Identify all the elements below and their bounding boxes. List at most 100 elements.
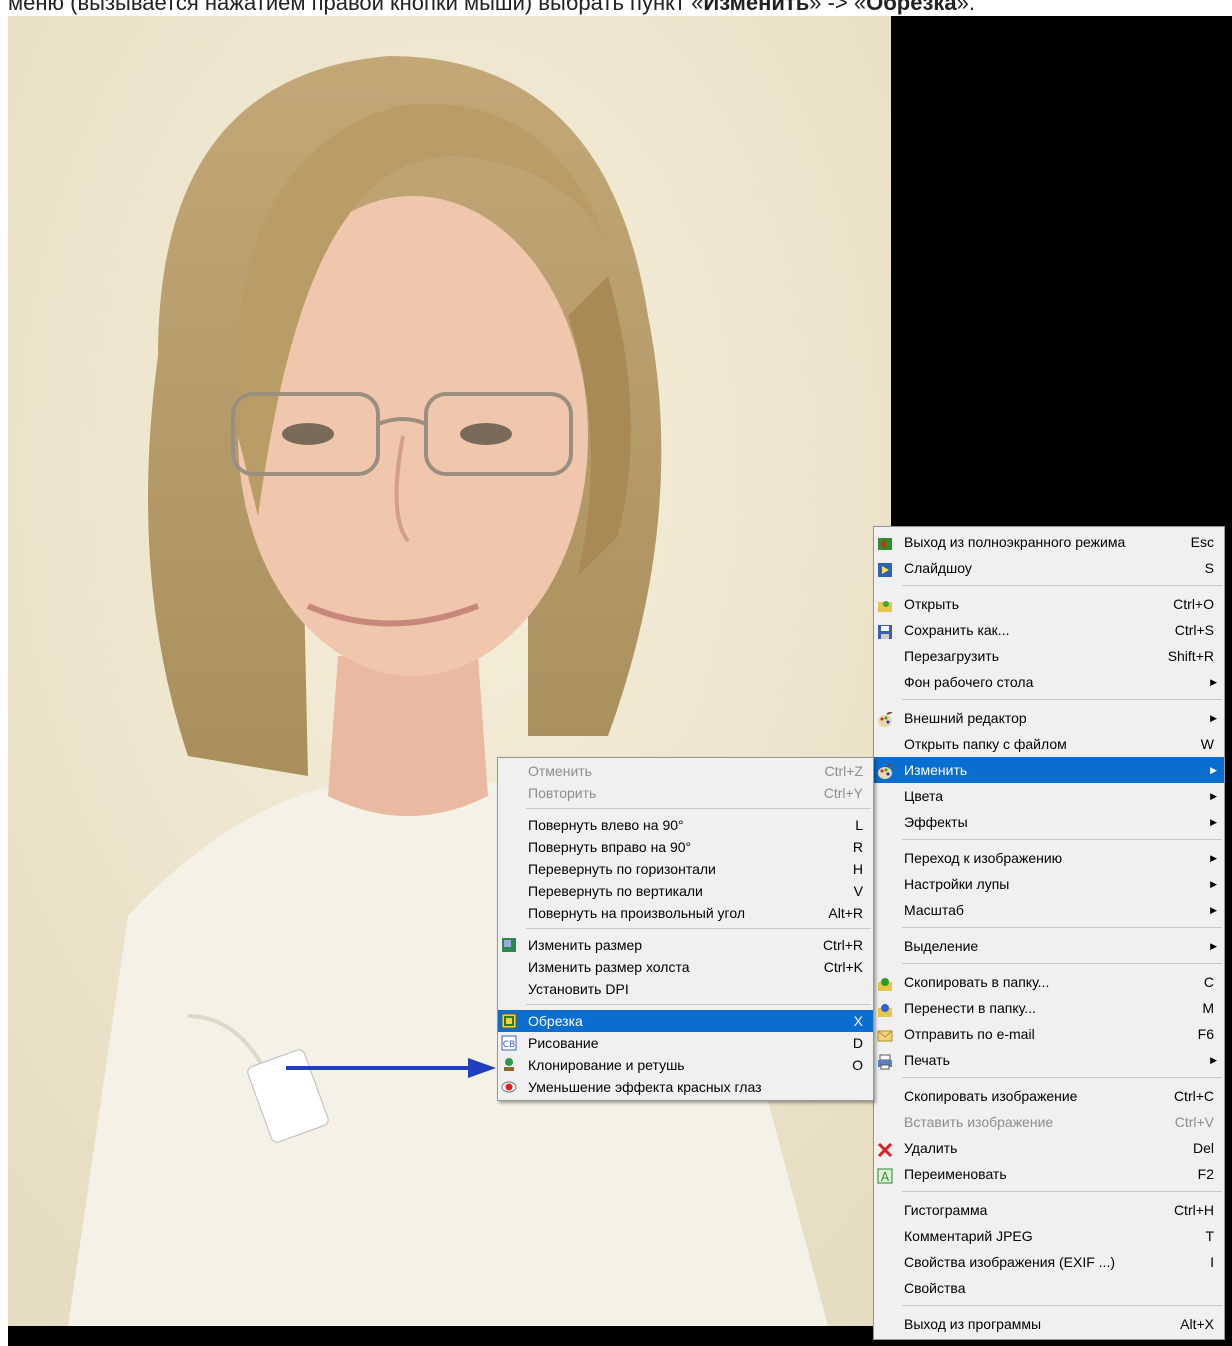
submenu-arrow-icon: ▶ <box>1210 905 1217 915</box>
menu-item-label: Установить DPI <box>528 981 629 997</box>
submenu-arrow-icon: ▶ <box>1210 1055 1217 1065</box>
main_menu-item[interactable]: Удалить Del <box>874 1135 1224 1161</box>
main_menu-item[interactable]: Открыть папку с файлом W <box>874 731 1224 757</box>
main_menu-item[interactable]: Сохранить как... Ctrl+S <box>874 617 1224 643</box>
menu-item-shortcut: Del <box>1192 1140 1214 1156</box>
menu-item-label: Повернуть на произвольный угол <box>528 905 745 921</box>
menu-item-shortcut: Alt+R <box>828 905 863 921</box>
menu-item-label: Выход из программы <box>904 1316 1042 1332</box>
sub_menu-item[interactable]: Установить DPI <box>498 978 873 1000</box>
portrait-illustration <box>8 16 891 1326</box>
palette-icon <box>877 762 893 779</box>
menu-item-shortcut: L <box>855 817 863 833</box>
save-icon <box>877 622 893 639</box>
menu-item-label: Цвета <box>904 788 943 804</box>
sub_menu-item: Повторить Ctrl+Y <box>498 782 873 804</box>
delete-icon <box>877 1140 893 1158</box>
menu-separator <box>902 963 1222 964</box>
main_menu-item[interactable]: Выделение ▶ <box>874 933 1224 959</box>
caption-bold-1: Изменить <box>703 0 810 15</box>
menu-item-label: Эффекты <box>904 814 968 830</box>
sub_menu-item[interactable]: Перевернуть по горизонтали H <box>498 858 873 880</box>
sub_menu-item: Отменить Ctrl+Z <box>498 760 873 782</box>
menu-item-shortcut: Shift+R <box>1167 648 1214 664</box>
menu-item-shortcut: M <box>1202 1000 1214 1016</box>
menu-item-shortcut: Ctrl+K <box>823 959 863 975</box>
menu-separator <box>902 699 1222 700</box>
main_menu-item[interactable]: Комментарий JPEG T <box>874 1223 1224 1249</box>
main_menu-item[interactable]: Перезагрузить Shift+R <box>874 643 1224 669</box>
sub_menu-item[interactable]: CB Рисование D <box>498 1032 873 1054</box>
caption-bold-2: Обрезка <box>866 0 957 15</box>
context-menu[interactable]: Выход из полноэкранного режима Esc Слайдшо… <box>873 526 1225 1340</box>
edit-submenu[interactable]: Отменить Ctrl+Z Повторить Ctrl+Y Повернуть в… <box>497 757 874 1101</box>
menu-item-label: Масштаб <box>904 902 964 918</box>
submenu-arrow-icon: ▶ <box>1210 791 1217 801</box>
sub_menu-item[interactable]: Изменить размер Ctrl+R <box>498 934 873 956</box>
sub_menu-item[interactable]: Перевернуть по вертикали V <box>498 880 873 902</box>
sub_menu-item[interactable]: Повернуть влево на 90° L <box>498 814 873 836</box>
paint-icon: CB <box>501 1035 517 1051</box>
menu-item-shortcut: Ctrl+H <box>1173 1202 1214 1218</box>
main_menu-item[interactable]: Слайдшоу S <box>874 555 1224 581</box>
main_menu-item[interactable]: Выход из программы Alt+X <box>874 1311 1224 1337</box>
submenu-arrow-icon: ▶ <box>1210 941 1217 951</box>
main_menu-item[interactable]: Цвета ▶ <box>874 783 1224 809</box>
menu-item-label: Обрезка <box>528 1013 583 1029</box>
sub_menu-item[interactable]: Обрезка X <box>498 1010 873 1032</box>
menu-item-shortcut: Ctrl+C <box>1173 1088 1214 1104</box>
menu-item-label: Перенести в папку... <box>904 1000 1036 1016</box>
main_menu-item[interactable]: Печать ▶ <box>874 1047 1224 1073</box>
main_menu-item[interactable]: Отправить по e-mail F6 <box>874 1021 1224 1047</box>
menu-item-label: Изменить <box>904 762 968 778</box>
main_menu-item[interactable]: Скопировать изображение Ctrl+C <box>874 1083 1224 1109</box>
svg-text:CB: CB <box>503 1040 515 1050</box>
caption-suffix: ». <box>956 0 976 15</box>
main_menu-item[interactable]: Переход к изображению ▶ <box>874 845 1224 871</box>
main_menu-item[interactable]: A Переименовать F2 <box>874 1161 1224 1187</box>
main_menu-item[interactable]: Свойства <box>874 1275 1224 1301</box>
menu-item-shortcut: I <box>1210 1254 1214 1270</box>
menu-item-label: Изменить размер холста <box>528 959 690 975</box>
main_menu-item[interactable]: Эффекты ▶ <box>874 809 1224 835</box>
menu-item-label: Фон рабочего стола <box>904 674 1034 690</box>
main_menu-item[interactable]: Внешний редактор ▶ <box>874 705 1224 731</box>
menu-item-label: Свойства <box>904 1280 966 1296</box>
menu-item-label: Открыть <box>904 596 959 612</box>
menu-separator <box>902 839 1222 840</box>
main_menu-item[interactable]: Гистограмма Ctrl+H <box>874 1197 1224 1223</box>
menu-item-shortcut: Ctrl+O <box>1173 596 1214 612</box>
sub_menu-item[interactable]: Клонирование и ретушь O <box>498 1054 873 1076</box>
menu-separator <box>902 1191 1222 1192</box>
main_menu-item[interactable]: Свойства изображения (EXIF ...) I <box>874 1249 1224 1275</box>
menu-separator <box>526 1004 871 1005</box>
menu-item-label: Открыть папку с файлом <box>904 736 1067 752</box>
sub_menu-item[interactable]: Уменьшение эффекта красных глаз <box>498 1076 873 1098</box>
menu-item-shortcut: F2 <box>1197 1166 1214 1182</box>
main_menu-item[interactable]: Изменить ▶ <box>874 757 1224 783</box>
sub_menu-item[interactable]: Повернуть на произвольный угол Alt+R <box>498 902 873 924</box>
menu-item-label: Выделение <box>904 938 979 954</box>
menu-item-label: Перевернуть по горизонтали <box>528 861 716 877</box>
rename-icon: A <box>877 1166 893 1184</box>
main_menu-item[interactable]: Фон рабочего стола ▶ <box>874 669 1224 695</box>
submenu-arrow-icon: ▶ <box>1210 879 1217 889</box>
email-icon <box>877 1026 893 1042</box>
main_menu-item[interactable]: Выход из полноэкранного режима Esc <box>874 529 1224 555</box>
open-folder-icon <box>877 596 893 612</box>
menu-item-label: Внешний редактор <box>904 710 1027 726</box>
menu-item-shortcut: D <box>852 1035 863 1051</box>
main_menu-item[interactable]: Настройки лупы ▶ <box>874 871 1224 897</box>
menu-item-label: Слайдшоу <box>904 560 972 576</box>
sub_menu-item[interactable]: Повернуть вправо на 90° R <box>498 836 873 858</box>
main_menu-item[interactable]: Открыть Ctrl+O <box>874 591 1224 617</box>
main_menu-item[interactable]: Перенести в папку... M <box>874 995 1224 1021</box>
submenu-arrow-icon: ▶ <box>1210 765 1217 775</box>
main_menu-item[interactable]: Скопировать в папку... C <box>874 969 1224 995</box>
menu-item-label: Скопировать изображение <box>904 1088 1078 1104</box>
menu-item-label: Настройки лупы <box>904 876 1010 892</box>
menu-item-label: Перезагрузить <box>904 648 999 664</box>
menu-item-shortcut: Esc <box>1190 534 1214 550</box>
main_menu-item[interactable]: Масштаб ▶ <box>874 897 1224 923</box>
sub_menu-item[interactable]: Изменить размер холста Ctrl+K <box>498 956 873 978</box>
